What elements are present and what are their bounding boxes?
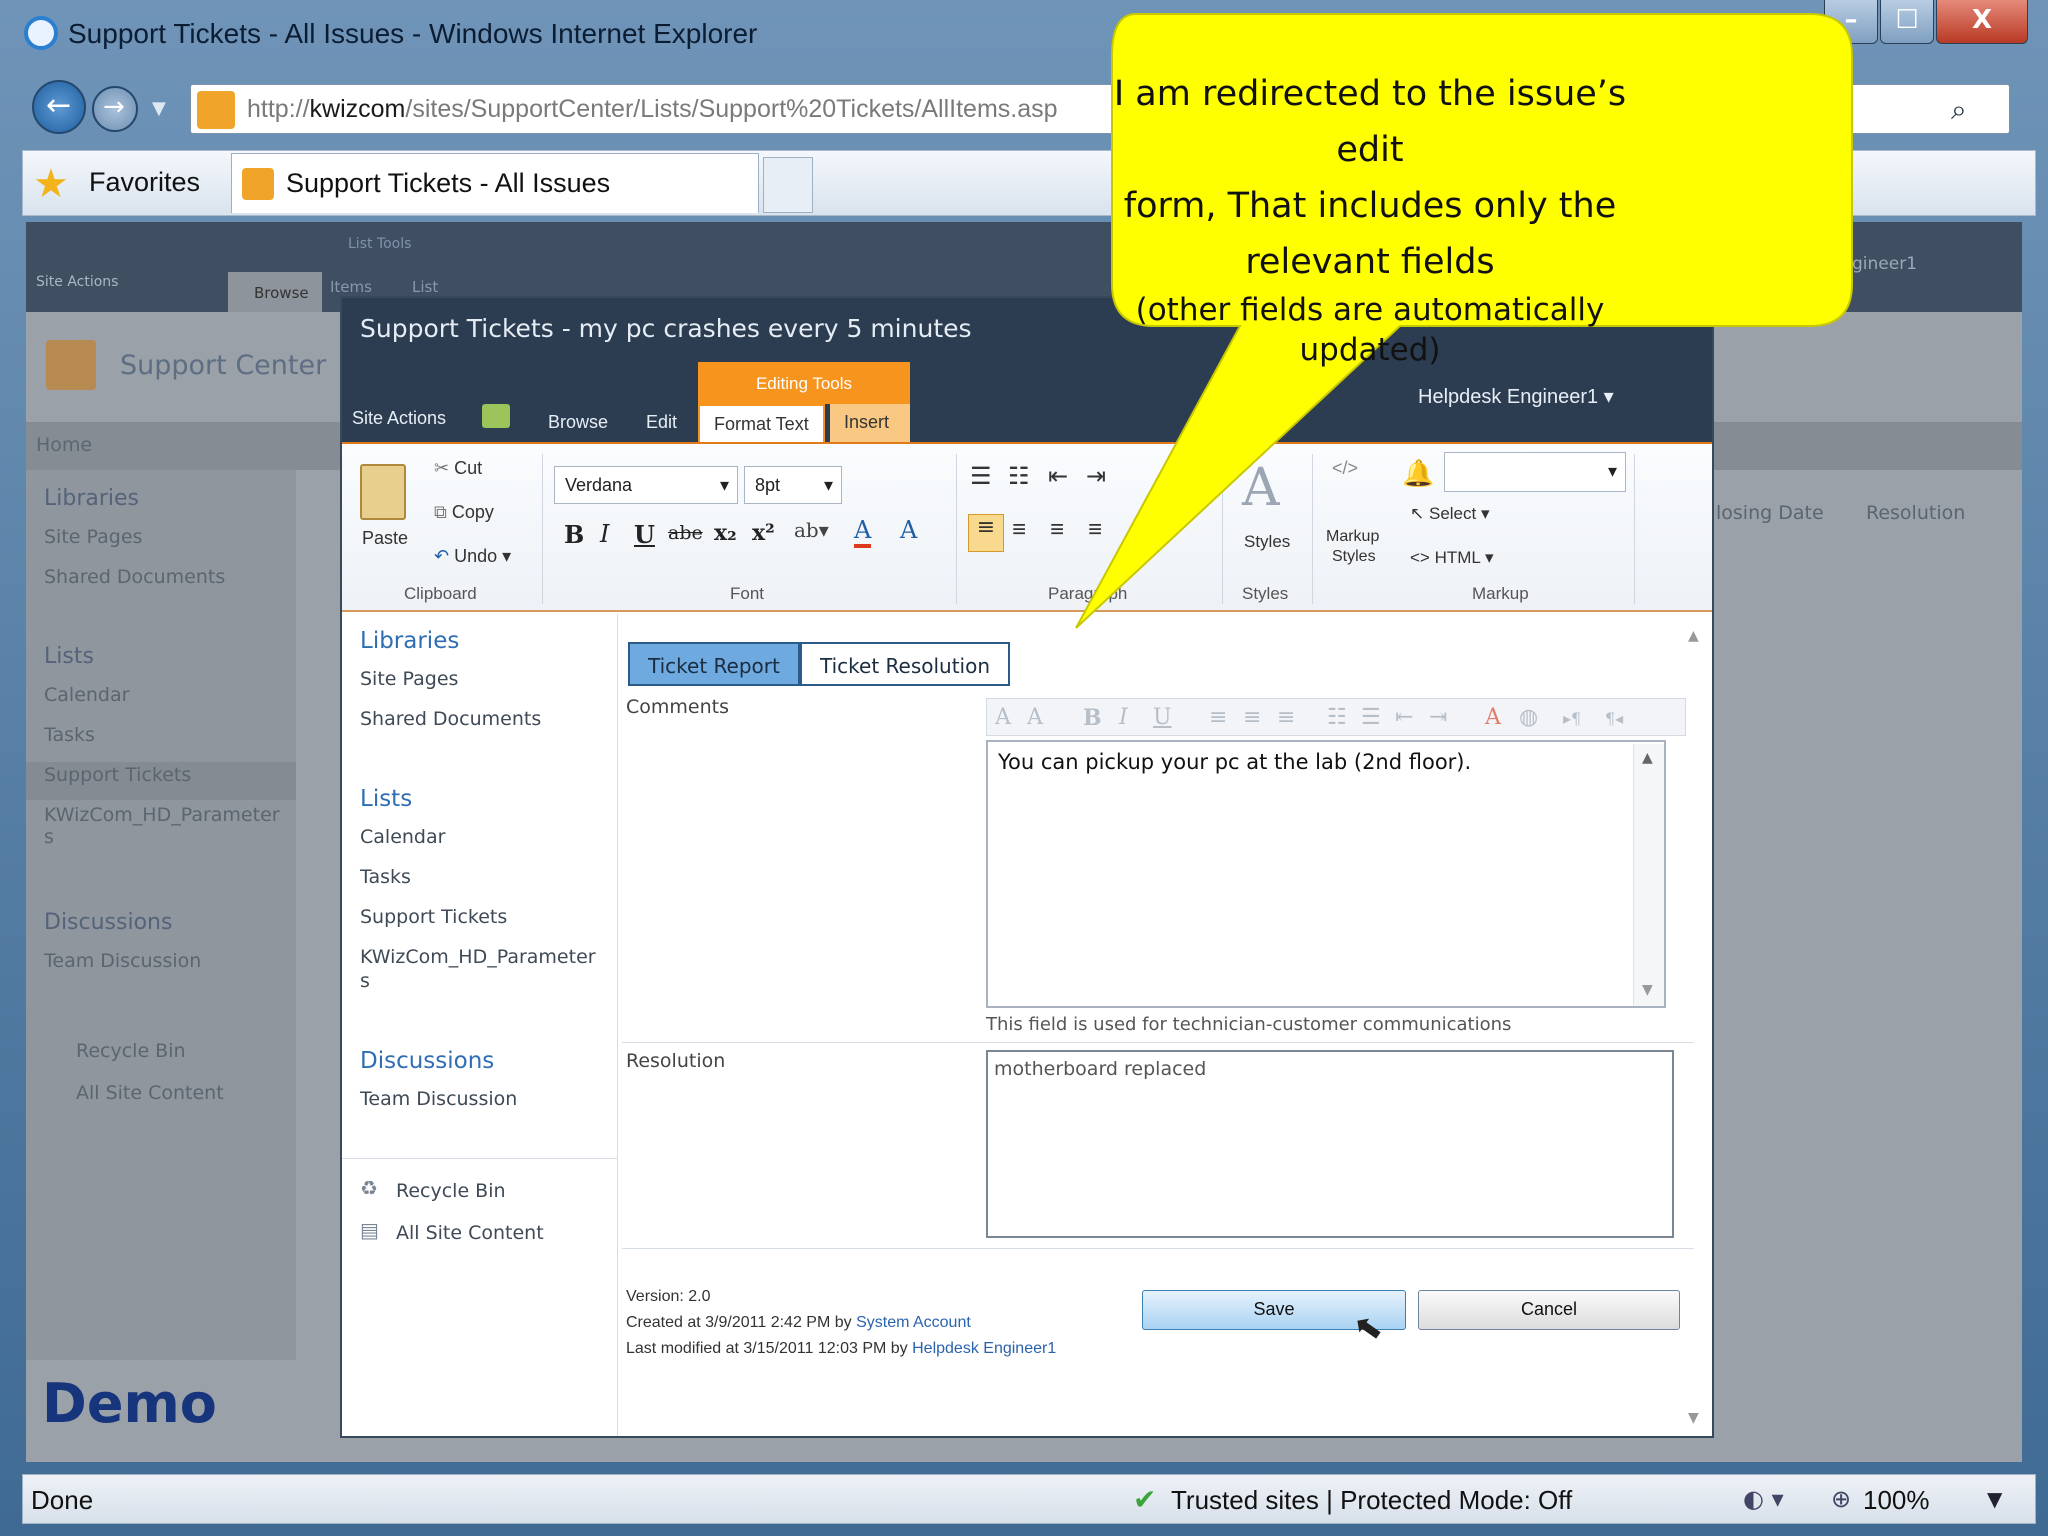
callout-line-4: (other fields are automatically updated)	[1135, 292, 1605, 368]
browser-window: Support Tickets - All Issues - Windows I…	[0, 0, 2048, 1536]
callout-line-3: relevant fields	[1245, 242, 1495, 282]
callout-line-2: form, That includes only the	[1123, 186, 1617, 226]
callout-balloon	[1075, 13, 1853, 629]
callout-line-1: I am redirected to the issue’s edit	[1113, 74, 1627, 170]
callout-text: I am redirected to the issue’s edit form…	[1110, 66, 1630, 370]
